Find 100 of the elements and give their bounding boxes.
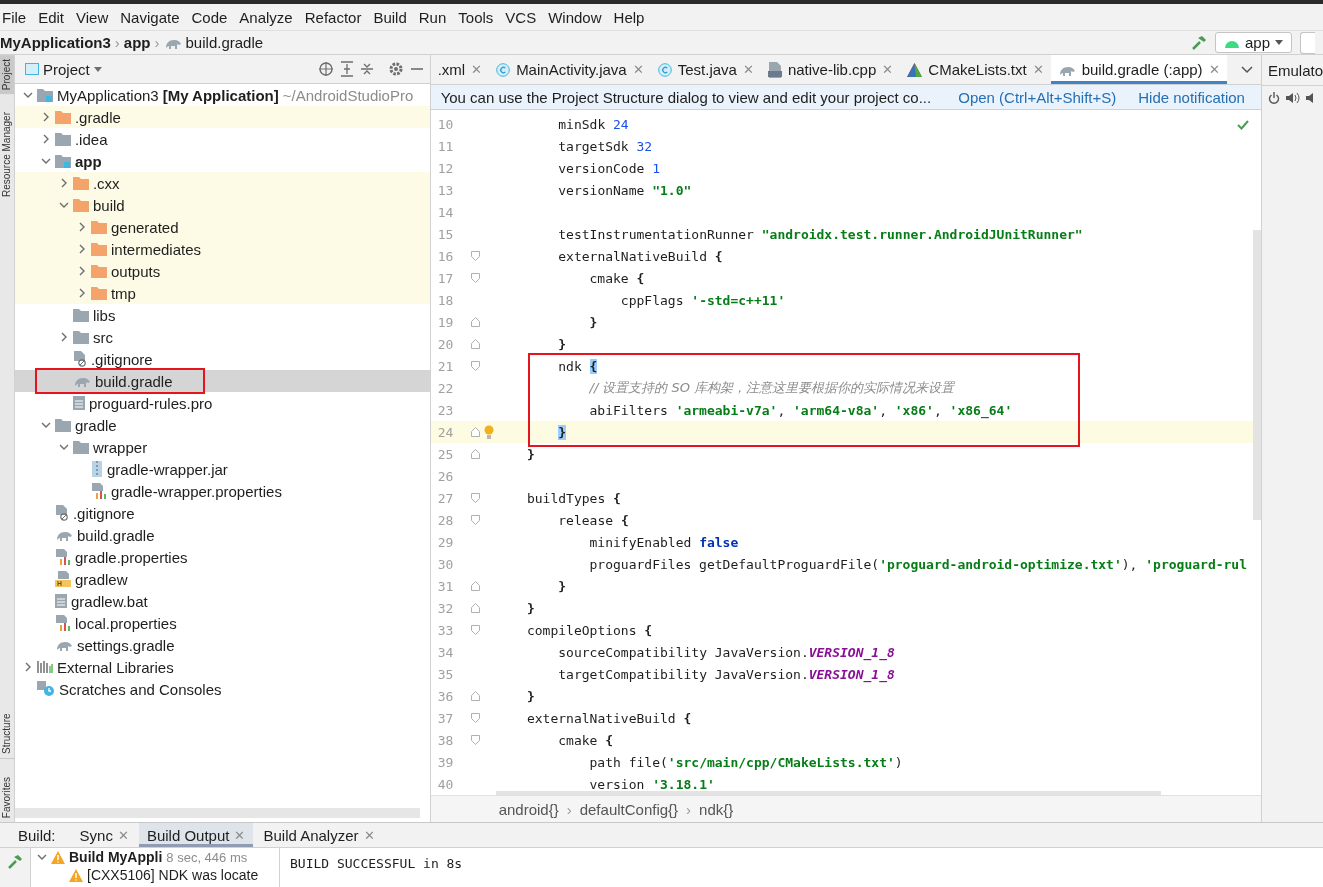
breadcrumb[interactable]: MyApplication3 <box>0 34 111 51</box>
tool-window-tab[interactable]: Structure <box>0 684 14 759</box>
notification-link[interactable]: Open (Ctrl+Alt+Shift+S) <box>958 88 1117 106</box>
menu-item[interactable]: Code <box>185 8 234 26</box>
menu-item[interactable]: Tools <box>452 8 500 26</box>
breadcrumb[interactable]: ndk{} <box>699 800 734 818</box>
tree-item-label[interactable]: build <box>92 196 125 214</box>
fold-marker-icon[interactable] <box>470 361 480 371</box>
tree-item-label[interactable]: MyApplication3 <box>56 86 159 104</box>
lightbulb-icon[interactable] <box>483 424 494 440</box>
tree-item-label[interactable]: build.gradle <box>76 526 155 544</box>
build-message[interactable]: [CXX5106] NDK was locate <box>87 867 259 883</box>
tree-item-label[interactable]: gradle <box>74 416 117 434</box>
tree-item-label[interactable]: outputs <box>110 262 161 280</box>
fold-marker-icon[interactable] <box>470 603 480 613</box>
menu-item[interactable]: Edit <box>32 8 71 26</box>
fold-marker-icon[interactable] <box>470 515 480 525</box>
fold-marker-icon[interactable] <box>470 735 480 745</box>
tool-tab[interactable]: Build Output ✕ <box>138 823 254 847</box>
chevron-icon[interactable] <box>37 852 47 862</box>
settings-icon[interactable] <box>387 61 404 77</box>
caret-icon[interactable] <box>93 66 102 72</box>
breadcrumb[interactable]: app <box>123 34 151 51</box>
tree-item-label[interactable]: wrapper <box>92 438 148 456</box>
collapse-all-icon[interactable] <box>359 61 374 77</box>
fold-marker-icon[interactable] <box>470 493 480 503</box>
menu-item[interactable]: VCS <box>499 8 543 26</box>
chevron-icon[interactable] <box>40 420 51 430</box>
scrollbar[interactable] <box>1252 230 1261 520</box>
tree-item-label[interactable]: gradlew.bat <box>70 592 148 610</box>
menu-item[interactable]: View <box>70 8 115 26</box>
tool-window-tab[interactable]: Project <box>0 55 14 95</box>
fold-marker-icon[interactable] <box>470 317 480 327</box>
panel-title[interactable]: Project <box>42 60 90 78</box>
tool-tab[interactable]: Build Analyzer ✕ <box>255 823 383 847</box>
editor-tab[interactable]: .xml ✕ <box>430 55 490 84</box>
tree-item-label[interactable]: tmp <box>110 284 136 302</box>
tree-item-label[interactable]: .gitignore <box>90 350 153 368</box>
run-config-dropdown[interactable]: app <box>1214 32 1292 53</box>
tree-item-label[interactable]: proguard-rules.pro <box>88 394 213 412</box>
fold-marker-icon[interactable] <box>470 251 480 261</box>
editor-tab[interactable]: Test.java ✕ <box>650 55 761 84</box>
tree-item-label[interactable]: gradle-wrapper.properties <box>110 482 282 500</box>
expand-all-icon[interactable] <box>339 61 354 77</box>
checkmark-icon[interactable] <box>1236 120 1249 130</box>
tool-window-tab[interactable]: Favorites <box>0 772 14 822</box>
fold-marker-icon[interactable] <box>470 273 480 283</box>
chevron-down-icon[interactable] <box>1240 65 1253 74</box>
tree-item-label[interactable]: gradle-wrapper.jar <box>106 460 228 478</box>
chevron-icon[interactable] <box>22 90 33 100</box>
menu-item[interactable]: Analyze <box>233 8 299 26</box>
build-task[interactable]: Build MyAppli <box>69 849 163 865</box>
menu-item[interactable]: Window <box>542 8 608 26</box>
editor-tab[interactable]: native-lib.cpp ✕ <box>760 55 901 84</box>
toolbar-button[interactable] <box>1300 31 1315 54</box>
chevron-icon[interactable] <box>58 442 69 452</box>
editor-tab[interactable]: MainActivity.java ✕ <box>489 55 651 84</box>
tree-item-label[interactable]: Scratches and Consoles <box>58 680 222 698</box>
breadcrumb[interactable]: defaultConfig{} <box>579 800 679 818</box>
scrollbar[interactable] <box>14 808 420 818</box>
menu-item[interactable]: File <box>0 8 33 26</box>
fold-marker-icon[interactable] <box>470 427 480 437</box>
locate-icon[interactable] <box>317 61 334 77</box>
tool-tab[interactable]: Sync ✕ <box>71 823 137 847</box>
chevron-icon[interactable] <box>58 200 69 210</box>
breadcrumb[interactable]: android{} <box>498 800 559 818</box>
tree-item-label[interactable]: intermediates <box>110 240 201 258</box>
tree-item-label[interactable]: local.properties <box>74 614 177 632</box>
tree-item-label[interactable]: build.gradle <box>94 372 173 390</box>
tool-window-tab[interactable]: Resource Manager <box>0 108 14 202</box>
menu-item[interactable]: Build <box>367 8 413 26</box>
hammer-icon[interactable] <box>1190 34 1207 51</box>
tree-item-label[interactable]: .gitignore <box>72 504 135 522</box>
tree-item-label[interactable]: .idea <box>74 130 108 148</box>
tree-item-label[interactable]: gradle.properties <box>74 548 188 566</box>
tree-item-label[interactable]: External Libraries <box>56 658 174 676</box>
power-icon[interactable] <box>1267 92 1280 104</box>
menu-item[interactable]: Refactor <box>298 8 368 26</box>
menu-item[interactable]: Help <box>607 8 651 26</box>
breadcrumb[interactable]: build.gradle <box>163 34 264 51</box>
fold-marker-icon[interactable] <box>470 691 480 701</box>
notification-link[interactable]: Hide notification <box>1138 88 1245 106</box>
tree-item-label[interactable]: src <box>92 328 113 346</box>
tree-item-label[interactable]: app <box>74 152 102 170</box>
editor-tab[interactable]: CMakeLists.txt ✕ <box>900 55 1051 84</box>
volume-icon[interactable] <box>1305 92 1316 104</box>
fold-marker-icon[interactable] <box>470 581 480 591</box>
menu-item[interactable]: Run <box>412 8 453 26</box>
tree-item-label[interactable]: settings.gradle <box>76 636 175 654</box>
tree-item-label[interactable]: .gradle <box>74 108 121 126</box>
volume-icon[interactable] <box>1285 92 1300 104</box>
fold-marker-icon[interactable] <box>470 449 480 459</box>
fold-marker-icon[interactable] <box>470 339 480 349</box>
tree-item-label[interactable]: gradlew <box>74 570 128 588</box>
editor-tab[interactable]: build.gradle (:app) ✕ <box>1050 55 1227 84</box>
menu-item[interactable]: Navigate <box>114 8 186 26</box>
hammer-icon[interactable] <box>7 854 23 870</box>
tree-item-label[interactable]: generated <box>110 218 179 236</box>
tree-item-label[interactable]: .cxx <box>92 174 120 192</box>
chevron-icon[interactable] <box>40 156 51 166</box>
